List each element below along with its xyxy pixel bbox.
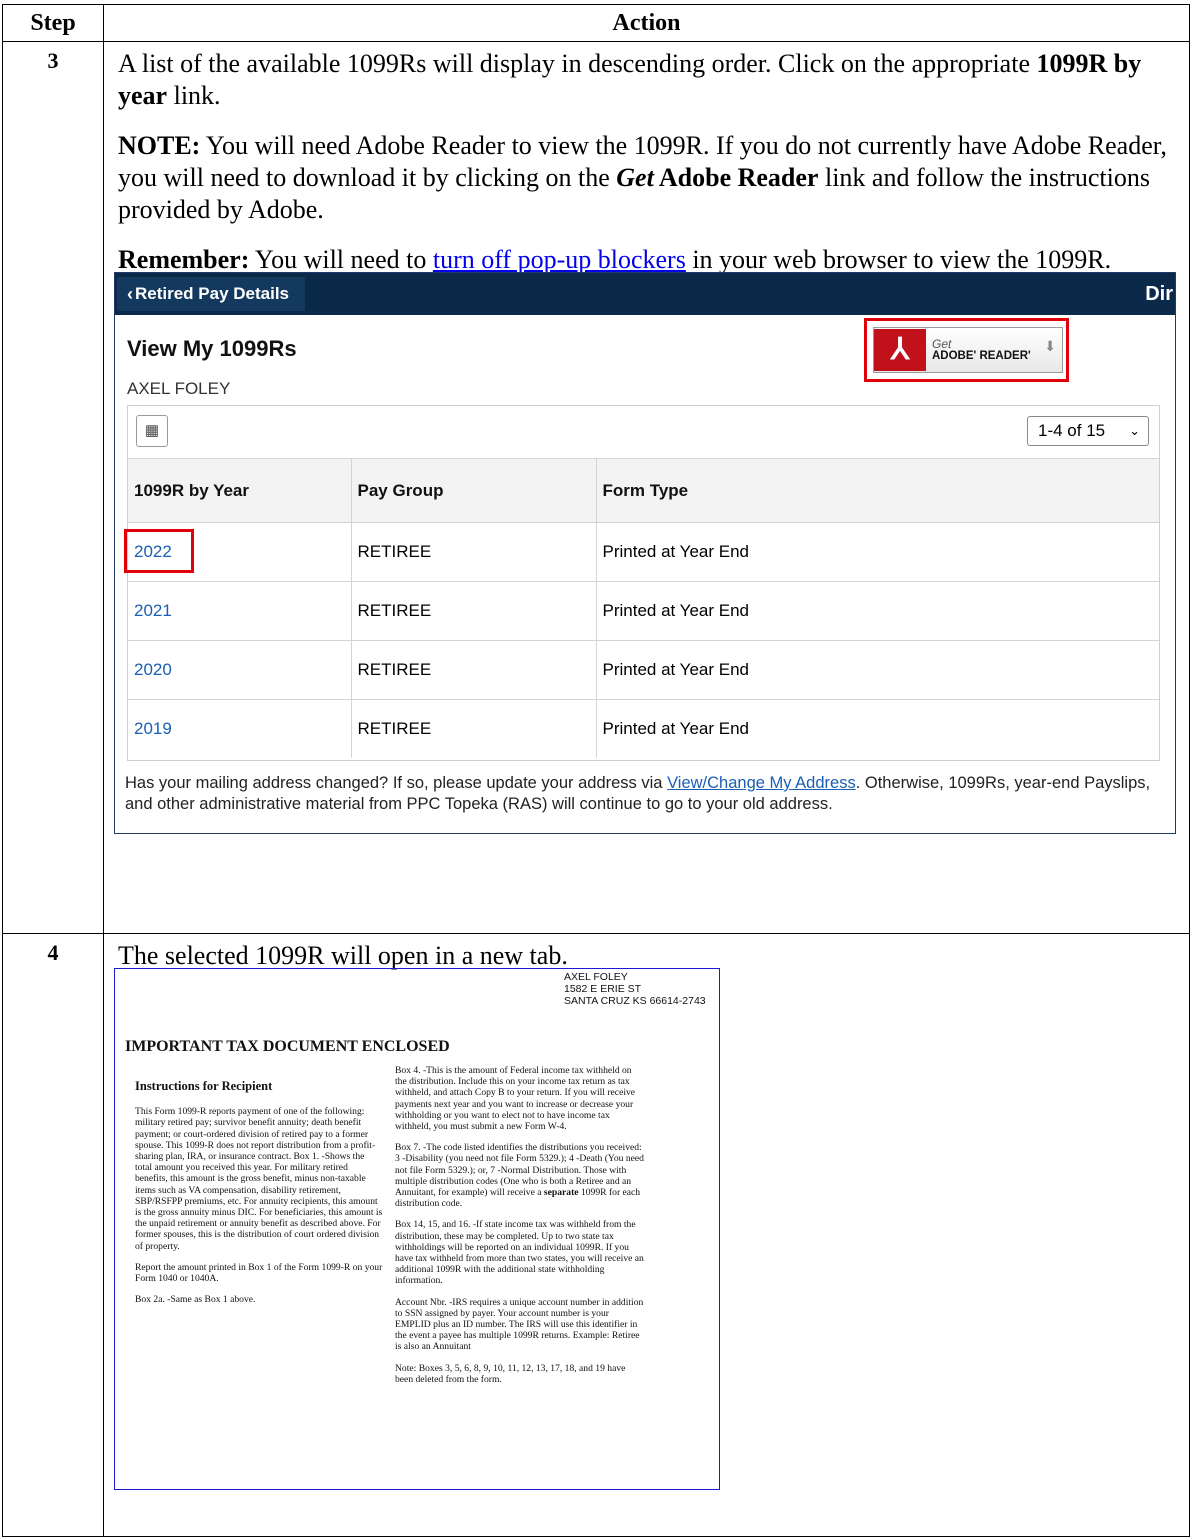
nav-right-label: Dir <box>1145 283 1173 305</box>
adobe-logo-icon: ⅄ <box>874 329 926 371</box>
page-title: View My 1099Rs <box>127 336 297 361</box>
pay-group-cell: RETIREE <box>350 581 596 641</box>
year-link-2020[interactable]: 2020 <box>128 640 351 700</box>
col-header-pay-group[interactable]: Pay Group <box>350 458 596 523</box>
step-3-note: NOTE: You will need Adobe Reader to view… <box>118 131 1167 224</box>
col-header-form-type[interactable]: Form Type <box>595 458 1159 523</box>
step-number-4: 4 <box>2 933 104 1537</box>
adobe-reader-label: ADOBE' READER' <box>932 350 1031 362</box>
grid-personalize-icon[interactable]: ▦ <box>136 415 168 447</box>
steps-table: Step Action 3 A list of the available 10… <box>2 4 1190 1537</box>
pay-group-cell: RETIREE <box>350 522 596 582</box>
retired-pay-details-button[interactable]: ‹ Retired Pay Details <box>117 277 306 311</box>
popup-blockers-link[interactable]: turn off pop-up blockers <box>433 245 686 274</box>
form-type-cell: Printed at Year End <box>595 581 1159 641</box>
form-column-right: Box 4. -This is the amount of Federal in… <box>395 1065 644 1385</box>
year-highlight <box>124 529 194 573</box>
chevron-down-icon: ⌄ <box>1129 423 1140 438</box>
form-title: IMPORTANT TAX DOCUMENT ENCLOSED <box>125 1038 450 1055</box>
adobe-get-label: Get <box>932 337 952 351</box>
pay-group-cell: RETIREE <box>350 640 596 700</box>
step-header: Step <box>2 4 104 42</box>
1099r-grid: ▦ 1-4 of 15 ⌄ 1099R by Year Pay Group For… <box>124 405 1160 761</box>
form-type-cell: Printed at Year End <box>595 699 1159 758</box>
form-1099r-preview: AXEL FOLEY 1582 E ERIE ST SANTA CRUZ KS … <box>114 968 720 1490</box>
adobe-reader-highlight: ⅄ Get ADOBE' READER' ⬇ <box>864 318 1069 382</box>
action-header: Action <box>103 4 1190 42</box>
year-link-2022[interactable]: 2022 <box>124 522 351 582</box>
table-row: 2021 RETIREE Printed at Year End <box>128 581 1159 641</box>
step-number-3: 3 <box>2 41 104 934</box>
top-nav-bar: ‹ Retired Pay Details Dir <box>115 273 1175 315</box>
pay-group-cell: RETIREE <box>350 699 596 758</box>
step-4-action: The selected 1099R will open in a new ta… <box>103 933 1190 1537</box>
year-link-2021[interactable]: 2021 <box>128 581 351 641</box>
step-3-instruction: A list of the available 1099Rs will disp… <box>118 49 1142 110</box>
table-row: 2019 RETIREE Printed at Year End <box>128 699 1159 758</box>
col-header-year[interactable]: 1099R by Year <box>128 458 351 523</box>
form-column-left: Instructions for Recipient This Form 109… <box>135 1079 383 1306</box>
year-link-2019[interactable]: 2019 <box>128 699 351 758</box>
user-name: AXEL FOLEY <box>127 379 231 398</box>
row-range-select[interactable]: 1-4 of 15 ⌄ <box>1027 416 1149 446</box>
instructions-heading: Instructions for Recipient <box>135 1079 273 1093</box>
change-address-link[interactable]: View/Change My Address <box>667 774 856 792</box>
table-row: 2022 RETIREE Printed at Year End <box>124 522 1159 582</box>
step-3-action: A list of the available 1099Rs will disp… <box>103 41 1190 934</box>
address-notice: Has your mailing address changed? If so,… <box>125 774 1151 813</box>
view-1099rs-screenshot: ‹ Retired Pay Details Dir View My 1099Rs … <box>114 272 1176 834</box>
table-row: 2020 RETIREE Printed at Year End <box>128 640 1159 700</box>
form-type-cell: Printed at Year End <box>595 640 1159 700</box>
form-type-cell: Printed at Year End <box>595 522 1159 582</box>
download-arrow-icon: ⬇ <box>1044 338 1056 354</box>
back-arrow-icon: ‹ <box>127 284 133 304</box>
recipient-address: AXEL FOLEY 1582 E ERIE ST SANTA CRUZ KS … <box>564 971 706 1007</box>
get-adobe-reader-button[interactable]: ⅄ Get ADOBE' READER' ⬇ <box>873 327 1063 373</box>
